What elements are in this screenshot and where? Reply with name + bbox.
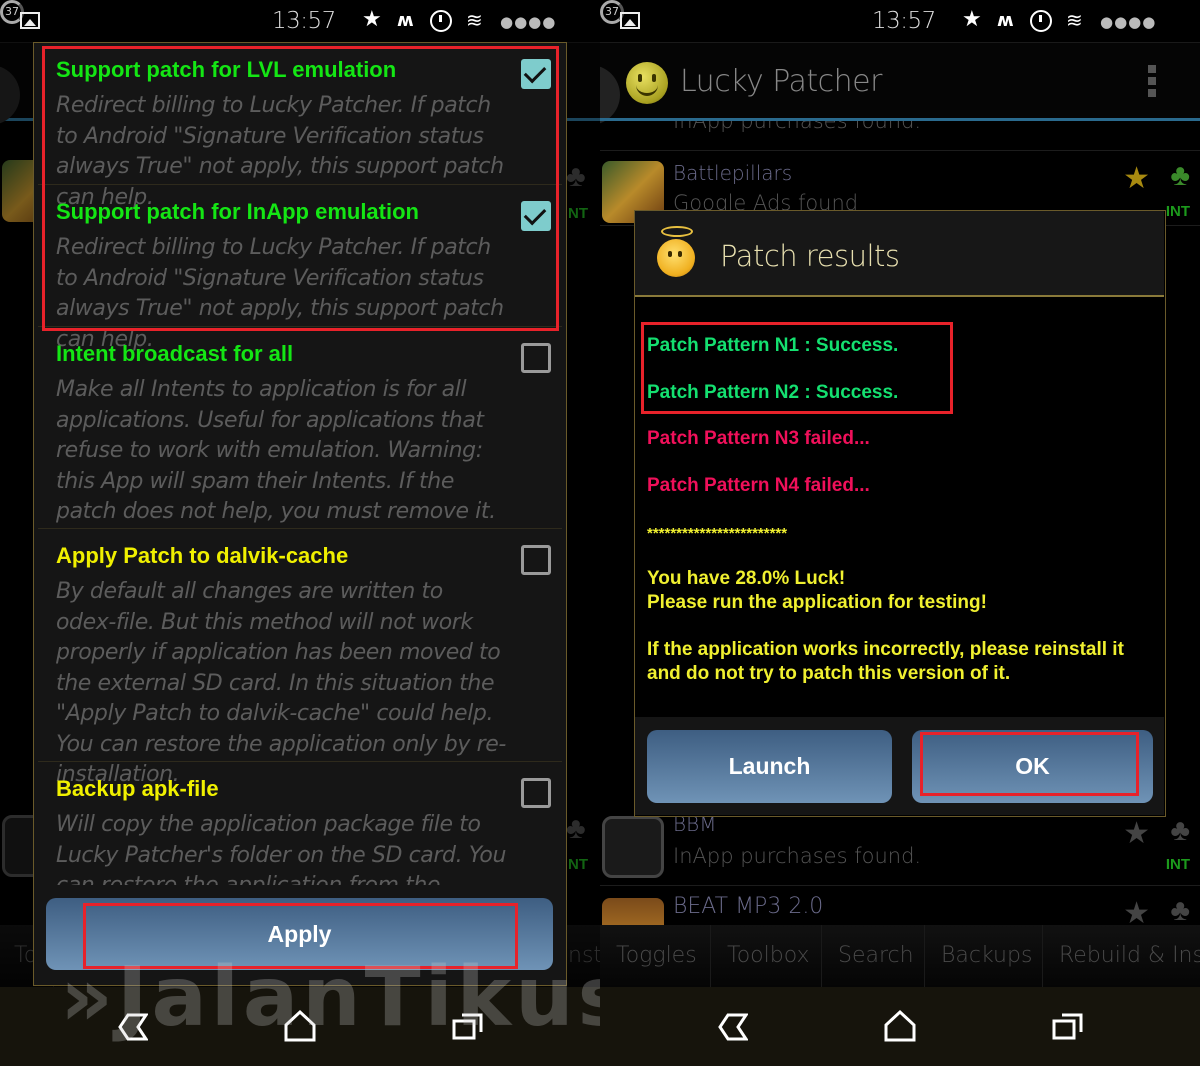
bottom-tabs-bar: Toggles Toolbox Search Backups Rebuild &… <box>600 925 1200 987</box>
gallery-notification-icon <box>620 12 640 29</box>
result-failed: Patch Pattern N4 failed... <box>647 475 870 496</box>
option-description: By default all changes are written to od… <box>56 579 506 787</box>
int-badge: INT <box>1165 856 1190 873</box>
option-description: Make all Intents to application is for a… <box>56 377 496 524</box>
star-icon: ★ <box>1123 817 1150 850</box>
right-screen: 13:57 ★ ʍ ≋ ●●●● 37 Lucky Patcher InApp … <box>600 0 1200 1066</box>
result-failed: Patch Pattern N3 failed... <box>647 428 870 449</box>
launch-button[interactable]: Launch <box>647 730 892 803</box>
navigation-bar <box>0 987 600 1066</box>
warning-line: If the application works incorrectly, pl… <box>647 639 1124 660</box>
signal-wave-icon: ʍ <box>397 10 414 31</box>
result-success: Patch Pattern N2 : Success. <box>647 382 899 403</box>
clover-icon: ♣ <box>1170 894 1190 926</box>
alarm-icon <box>1030 10 1052 32</box>
app-list-item[interactable]: InApp purchases found. <box>600 121 1200 151</box>
app-name: Battlepillars <box>673 161 793 185</box>
option-title: Intent broadcast for all <box>56 341 294 366</box>
option-title: Support patch for LVL emulation <box>56 57 397 82</box>
back-icon[interactable] <box>718 1012 748 1042</box>
left-screen: 13:57 ★ ʍ ≋ ●●●● 37 NT NT ♣ ♣ To nsta Su… <box>0 0 600 1066</box>
overflow-menu-icon[interactable] <box>1148 65 1156 99</box>
app-name: BEAT MP3 2.0 <box>673 894 824 919</box>
dialog-title: Patch results <box>720 239 900 273</box>
tab-backups[interactable]: Backups <box>925 925 1043 987</box>
lucky-patcher-logo-icon <box>626 62 668 104</box>
status-time: 13:57 <box>272 8 336 34</box>
tab-toolbox[interactable]: Toolbox <box>711 925 822 987</box>
run-instruction: Please run the application for testing! <box>647 592 987 613</box>
recent-apps-icon[interactable] <box>452 1011 484 1041</box>
ok-button[interactable]: OK <box>912 730 1153 803</box>
app-list-item[interactable]: BBM InApp purchases found. ★ ♣ INT <box>600 806 1200 886</box>
star-icon: ★ <box>1123 162 1150 195</box>
checkbox-unchecked[interactable] <box>521 545 551 575</box>
scroll-area-clip: Backup apk-file Will copy the applicatio… <box>34 762 565 885</box>
option-inapp-emulation[interactable]: Support patch for InApp emulation Redire… <box>38 185 562 352</box>
option-backup-apk[interactable]: Backup apk-file Will copy the applicatio… <box>38 762 562 885</box>
back-icon[interactable] <box>118 1012 148 1042</box>
status-bar: 13:57 ★ ʍ ≋ ●●●● 37 <box>600 0 1200 42</box>
clover-icon: ♣ <box>1170 159 1190 192</box>
checkbox-unchecked[interactable] <box>521 778 551 808</box>
navigation-bar <box>600 987 1200 1066</box>
tab-toggles[interactable]: Toggles <box>600 925 711 987</box>
alarm-icon <box>430 10 452 32</box>
checkbox-checked[interactable] <box>521 201 551 231</box>
app-status: InApp purchases found. <box>673 121 922 133</box>
wifi-icon: ≋ <box>466 8 483 32</box>
checkbox-unchecked[interactable] <box>521 343 551 373</box>
dialog-footer: Launch OK <box>635 717 1164 815</box>
gallery-notification-icon <box>20 12 40 29</box>
option-description: Will copy the application package file t… <box>56 812 506 885</box>
option-title: Backup apk-file <box>56 776 219 801</box>
checkbox-checked[interactable] <box>521 59 551 89</box>
home-icon[interactable] <box>283 1009 317 1043</box>
option-intent-broadcast[interactable]: Intent broadcast for all Make all Intent… <box>38 327 562 529</box>
signal-dots-icon: ●●●● <box>1100 13 1157 31</box>
dialog-header: Patch results <box>635 211 1164 297</box>
int-badge: INT <box>1165 203 1190 220</box>
angel-smiley-icon <box>657 226 695 277</box>
option-title: Support patch for InApp emulation <box>56 199 419 224</box>
result-separator: ************************ <box>647 525 788 542</box>
tab-search[interactable]: Search <box>822 925 925 987</box>
luck-percentage: You have 28.0% Luck! <box>647 568 846 589</box>
option-title: Apply Patch to dalvik-cache <box>56 543 349 568</box>
option-lvl-emulation[interactable]: Support patch for LVL emulation Redirect… <box>38 43 562 210</box>
bbm-app-icon <box>602 816 664 878</box>
wifi-icon: ≋ <box>1066 8 1083 32</box>
app-list-item[interactable]: BEAT MP3 2.0 ★ ♣ <box>600 886 1200 926</box>
signal-wave-icon: ʍ <box>997 10 1014 31</box>
patch-options-dialog: Support patch for LVL emulation Redirect… <box>33 42 567 986</box>
warning-line: and do not try to patch this version of … <box>647 663 1011 684</box>
status-time: 13:57 <box>872 8 936 34</box>
result-success: Patch Pattern N1 : Success. <box>647 335 899 356</box>
clover-icon: ♣ <box>1170 814 1190 847</box>
star-icon: ★ <box>962 7 982 32</box>
status-bar: 13:57 ★ ʍ ≋ ●●●● 37 <box>0 0 600 42</box>
recent-apps-icon[interactable] <box>1052 1011 1084 1041</box>
star-icon: ★ <box>362 7 382 32</box>
tab-rebuild-install[interactable]: Rebuild & Insta <box>1043 925 1200 987</box>
app-icon <box>602 898 664 926</box>
star-icon: ★ <box>1123 897 1150 926</box>
signal-dots-icon: ●●●● <box>500 13 557 31</box>
app-title: Lucky Patcher <box>680 64 882 99</box>
apply-button[interactable]: Apply <box>46 898 553 970</box>
patch-results-dialog: Patch results Patch Pattern N1 : Success… <box>634 210 1166 817</box>
option-dalvik-cache[interactable]: Apply Patch to dalvik-cache By default a… <box>38 529 562 787</box>
home-icon[interactable] <box>883 1009 917 1043</box>
app-status: InApp purchases found. <box>673 844 922 868</box>
